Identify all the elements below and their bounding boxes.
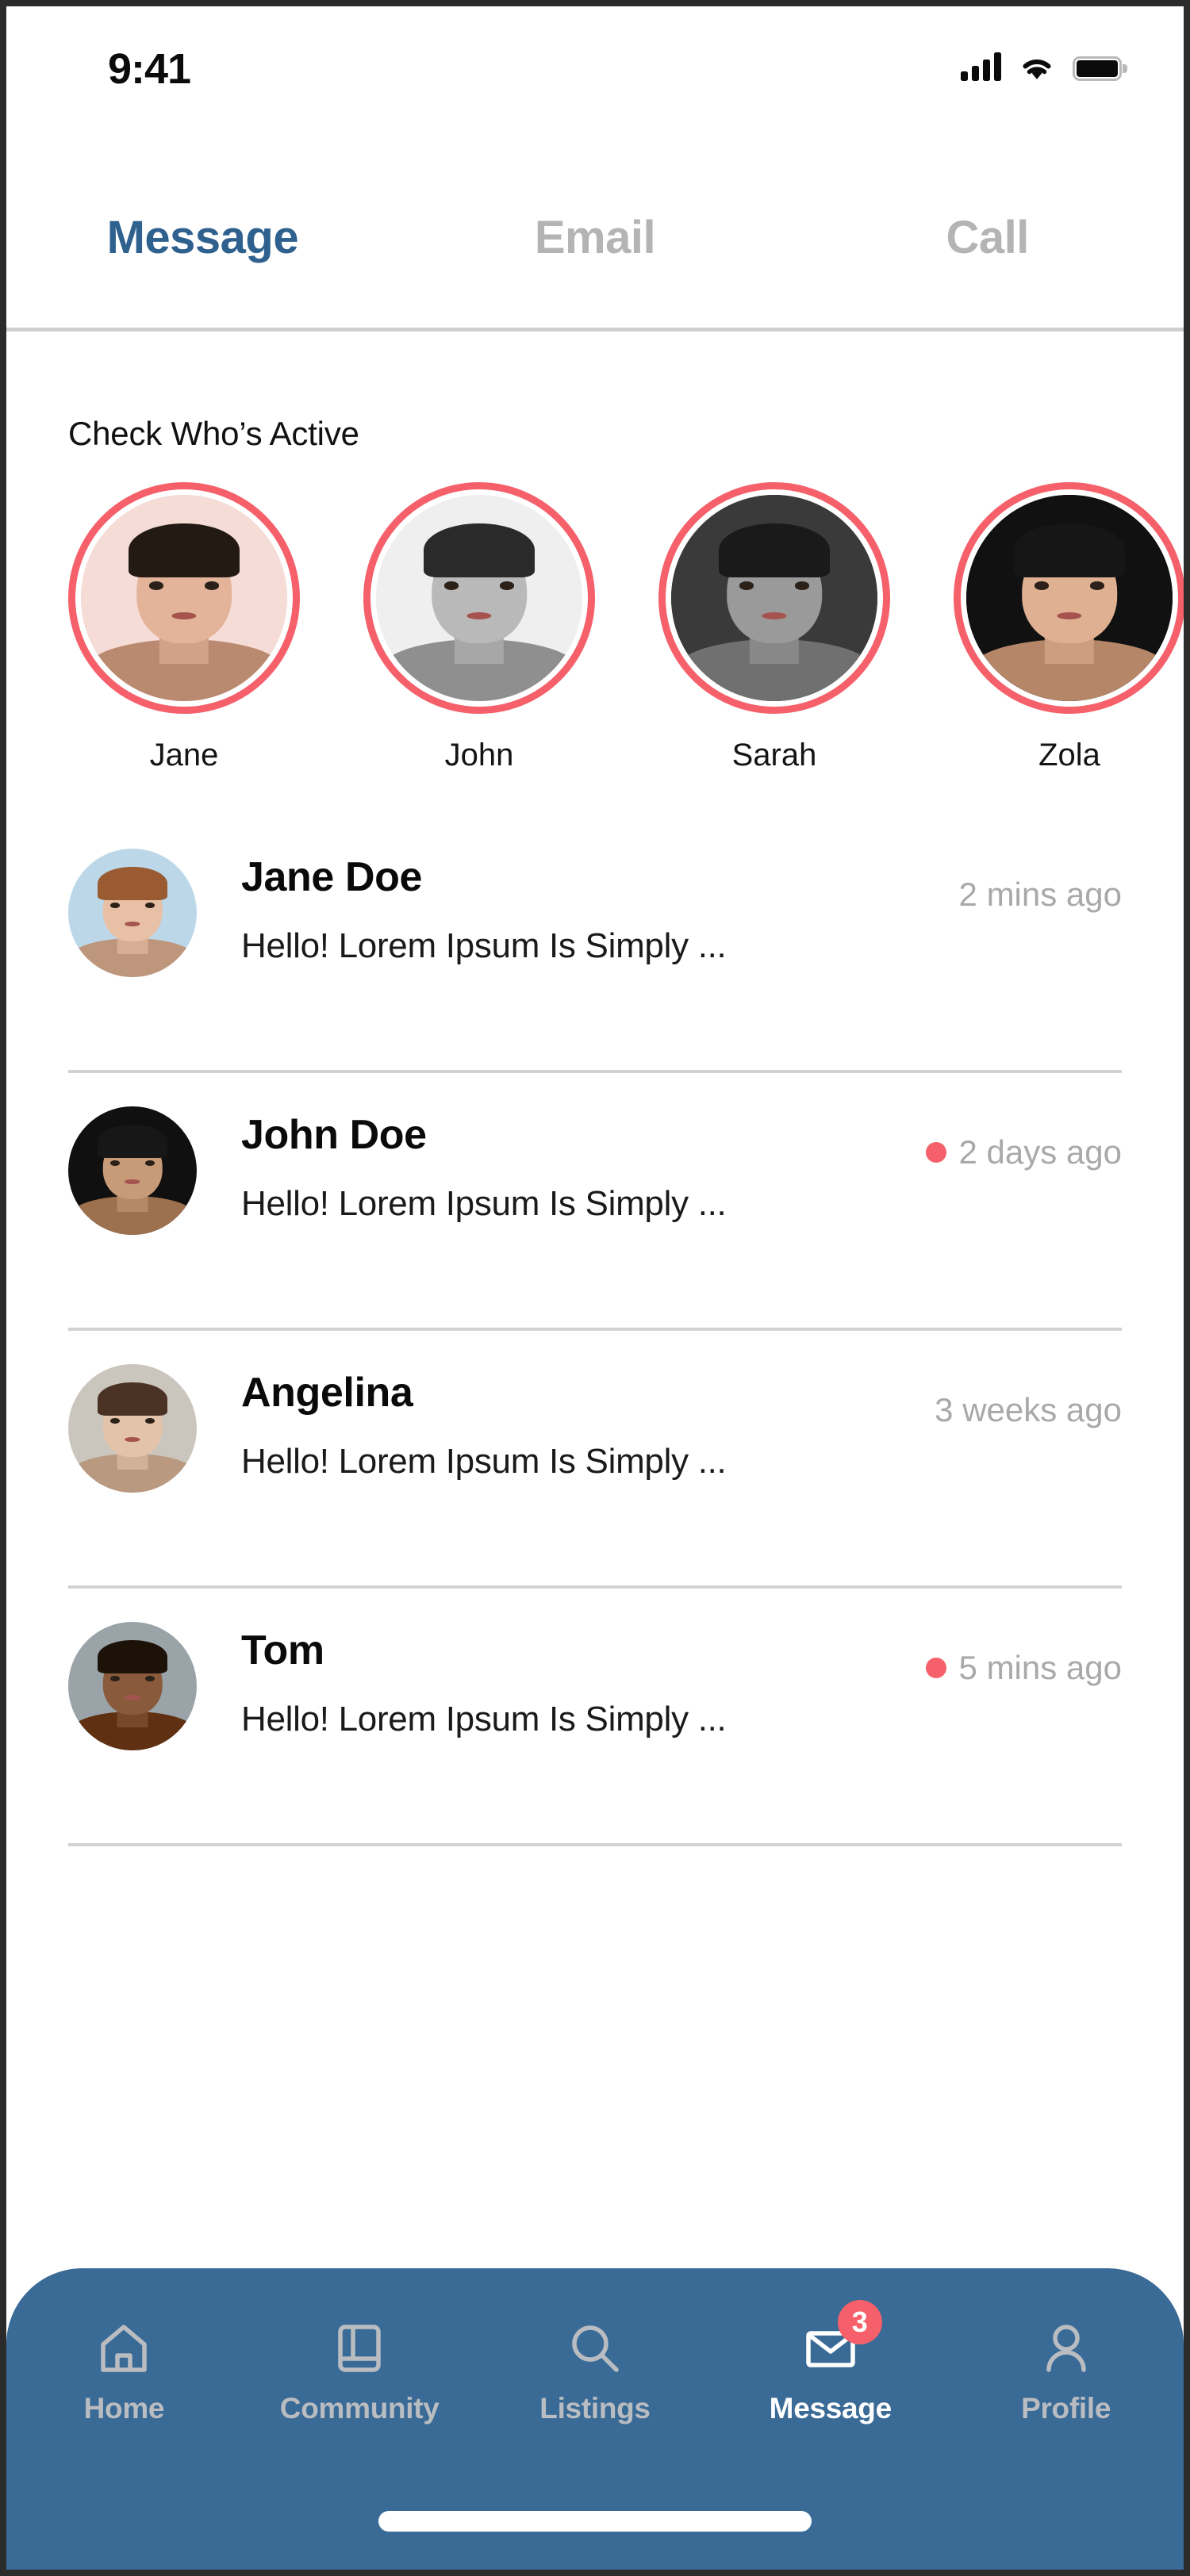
message-preview: Hello! Lorem Ipsum Is Simply ... bbox=[241, 1184, 727, 1223]
avatar bbox=[376, 495, 582, 701]
nav-item-profile[interactable]: Profile bbox=[948, 2317, 1184, 2425]
nav-item-message[interactable]: 3 Message bbox=[712, 2300, 948, 2425]
envelope-icon: 3 bbox=[800, 2300, 882, 2379]
battery-icon bbox=[1073, 56, 1127, 81]
list-divider bbox=[68, 1843, 1122, 1846]
message-badge: 3 bbox=[837, 2300, 882, 2344]
home-icon bbox=[93, 2317, 155, 2379]
phone-screen: 9:41 Message Email Call Check Who’s Acti… bbox=[6, 6, 1184, 2570]
message-meta: 2 mins ago bbox=[959, 876, 1122, 914]
message-timestamp: 5 mins ago bbox=[958, 1649, 1122, 1686]
message-preview: Hello! Lorem Ipsum Is Simply ... bbox=[241, 926, 727, 965]
story-label: John bbox=[444, 738, 514, 772]
avatar bbox=[81, 495, 287, 701]
bottom-navigation-bar: Home Community Listings 3 Message Profil… bbox=[6, 2268, 1184, 2570]
nav-label: Community bbox=[279, 2392, 440, 2425]
message-sender-name: Angelina bbox=[241, 1370, 413, 1416]
story-ring bbox=[954, 482, 1184, 714]
message-sender-name: Tom bbox=[241, 1627, 324, 1673]
content-area: Check Who’s Active Jane John Sarah Zola … bbox=[6, 332, 1184, 2570]
wifi-icon bbox=[1019, 52, 1055, 81]
avatar bbox=[966, 495, 1173, 701]
tab-email[interactable]: Email bbox=[399, 141, 792, 264]
nav-label: Listings bbox=[539, 2392, 651, 2425]
message-list-item[interactable]: Tom Hello! Lorem Ipsum Is Simply ... 5 m… bbox=[6, 1589, 1184, 1846]
active-users-row[interactable]: Jane John Sarah Zola bbox=[6, 482, 1184, 792]
story-ring bbox=[658, 482, 890, 714]
book-icon bbox=[328, 2317, 390, 2379]
story-label: Zola bbox=[1038, 738, 1100, 772]
story-item[interactable]: John bbox=[363, 482, 595, 773]
message-sender-name: John Doe bbox=[241, 1112, 427, 1158]
message-timestamp: 2 mins ago bbox=[958, 876, 1122, 913]
nav-item-community[interactable]: Community bbox=[242, 2317, 478, 2425]
message-timestamp: 2 days ago bbox=[958, 1133, 1123, 1171]
tab-message[interactable]: Message bbox=[6, 141, 399, 264]
status-bar-clock: 9:41 bbox=[108, 45, 191, 93]
top-tab-bar: Message Email Call bbox=[6, 141, 1184, 332]
message-list: Jane Doe Hello! Lorem Ipsum Is Simply ..… bbox=[6, 815, 1184, 1846]
story-item[interactable]: Zola bbox=[954, 482, 1184, 773]
story-label: Jane bbox=[149, 738, 219, 772]
avatar bbox=[68, 1106, 197, 1235]
message-sender-name: Jane Doe bbox=[241, 854, 423, 900]
message-list-item[interactable]: John Doe Hello! Lorem Ipsum Is Simply ..… bbox=[6, 1073, 1184, 1331]
story-item[interactable]: Jane bbox=[68, 482, 300, 773]
tab-call[interactable]: Call bbox=[791, 141, 1184, 264]
story-item[interactable]: Sarah bbox=[658, 482, 890, 773]
nav-label: Profile bbox=[1021, 2392, 1111, 2425]
message-timestamp: 3 weeks ago bbox=[935, 1391, 1122, 1428]
message-list-item[interactable]: Angelina Hello! Lorem Ipsum Is Simply ..… bbox=[6, 1331, 1184, 1589]
nav-label: Message bbox=[769, 2392, 892, 2425]
active-section-title: Check Who’s Active bbox=[68, 415, 359, 452]
message-meta: 5 mins ago bbox=[925, 1649, 1122, 1687]
nav-item-listings[interactable]: Listings bbox=[478, 2317, 713, 2425]
story-ring bbox=[68, 482, 300, 714]
home-indicator bbox=[378, 2511, 812, 2532]
signal-icon bbox=[961, 52, 1001, 81]
message-preview: Hello! Lorem Ipsum Is Simply ... bbox=[241, 1442, 727, 1481]
nav-item-home[interactable]: Home bbox=[6, 2317, 242, 2425]
avatar bbox=[68, 1364, 197, 1493]
story-ring bbox=[363, 482, 595, 714]
avatar bbox=[671, 495, 877, 701]
nav-label: Home bbox=[83, 2392, 165, 2425]
story-label: Sarah bbox=[731, 738, 817, 772]
person-icon bbox=[1035, 2317, 1097, 2379]
avatar bbox=[68, 849, 197, 977]
message-meta: 3 weeks ago bbox=[935, 1391, 1122, 1429]
message-preview: Hello! Lorem Ipsum Is Simply ... bbox=[241, 1700, 727, 1738]
status-bar: 9:41 bbox=[6, 6, 1184, 141]
search-icon bbox=[564, 2317, 626, 2379]
unread-dot-icon bbox=[925, 1658, 946, 1678]
avatar bbox=[68, 1622, 197, 1750]
message-meta: 2 days ago bbox=[925, 1133, 1123, 1171]
status-bar-icons bbox=[961, 52, 1127, 81]
message-list-item[interactable]: Jane Doe Hello! Lorem Ipsum Is Simply ..… bbox=[6, 815, 1184, 1073]
unread-dot-icon bbox=[925, 1142, 946, 1163]
